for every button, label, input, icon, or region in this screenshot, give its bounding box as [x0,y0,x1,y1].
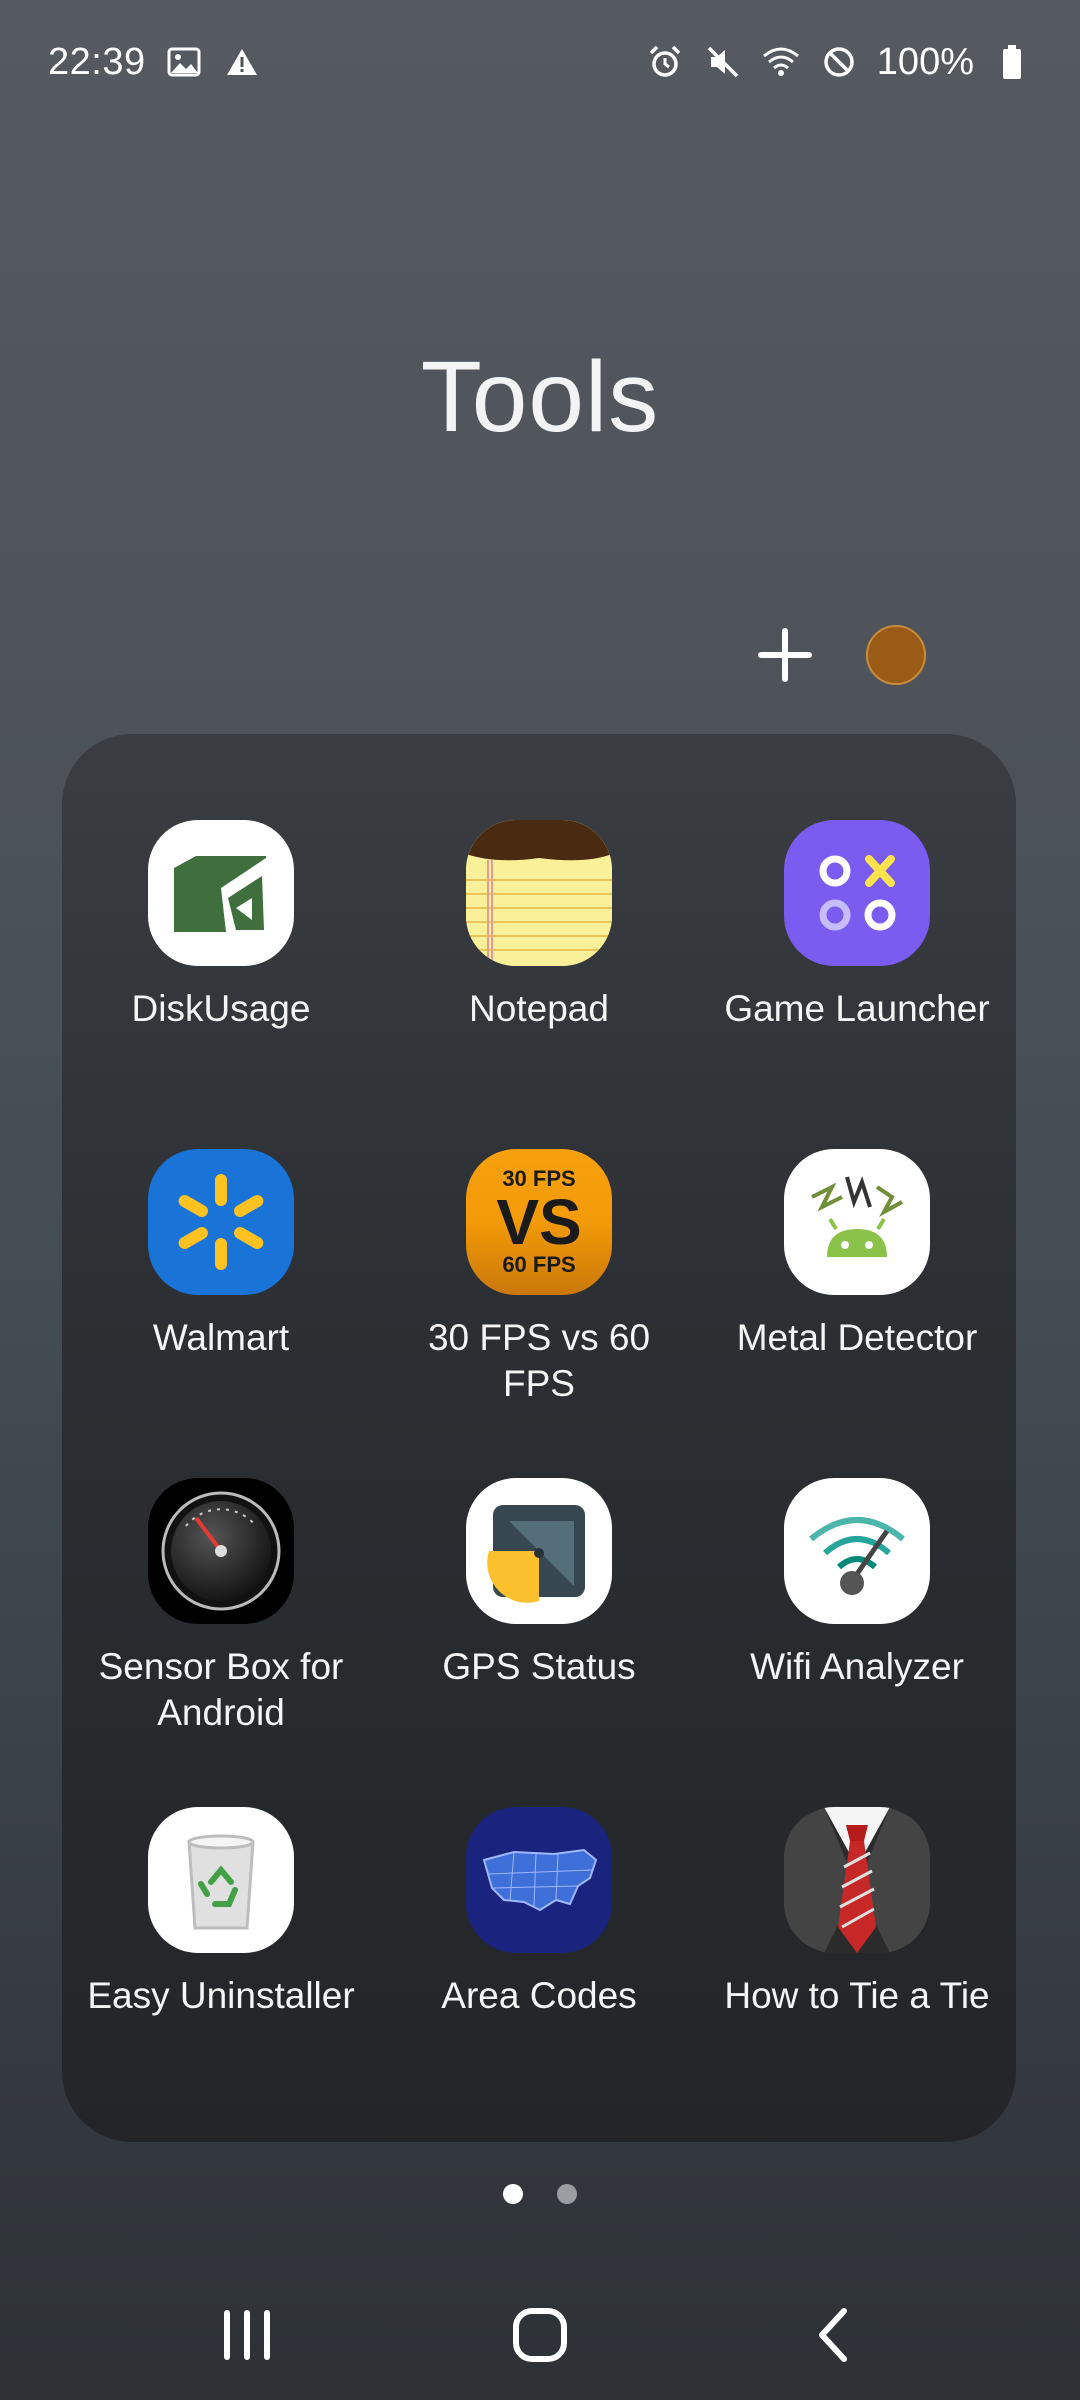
wifi-icon [761,42,801,82]
battery-icon [992,42,1032,82]
app-how-to-tie-a-tie[interactable]: How to Tie a Tie [698,1807,1016,2136]
home-button[interactable] [480,2285,600,2385]
folder-panel: DiskUsage Notepad Game Launcher Walmart … [62,734,1016,2142]
app-notepad[interactable]: Notepad [380,820,698,1149]
area-codes-icon [466,1807,612,1953]
app-label: Notepad [469,988,609,1029]
game-launcher-icon [784,820,930,966]
app-gps-status[interactable]: GPS Status [380,1478,698,1807]
sensor-box-icon [148,1478,294,1624]
battery-percent: 100% [876,40,974,83]
app-walmart[interactable]: Walmart [62,1149,380,1478]
app-game-launcher[interactable]: Game Launcher [698,820,1016,1149]
app-sensor-box[interactable]: Sensor Box for Android [62,1478,380,1807]
metal-detector-icon [784,1149,930,1295]
app-label: Game Launcher [724,988,990,1029]
alarm-icon [645,42,685,82]
app-easy-uninstaller[interactable]: Easy Uninstaller [62,1807,380,2136]
page-dot-1[interactable] [503,2184,523,2204]
app-grid: DiskUsage Notepad Game Launcher Walmart … [62,820,1016,2136]
folder-actions [750,620,926,690]
back-button[interactable] [773,2285,893,2385]
folder-title[interactable]: Tools [0,340,1080,455]
app-label: Area Codes [441,1975,637,2016]
app-wifi-analyzer[interactable]: Wifi Analyzer [698,1478,1016,1807]
app-label: Walmart [152,1317,290,1358]
app-diskusage[interactable]: DiskUsage [62,820,380,1149]
status-bar: 22:39 100% [0,0,1080,124]
fps-icon-vs-text: VS [496,1186,582,1258]
tie-icon [784,1807,930,1953]
app-area-codes[interactable]: Area Codes [380,1807,698,2136]
status-right: 100% [645,41,1032,84]
wifi-analyzer-icon [784,1478,930,1624]
app-label: Metal Detector [736,1317,978,1358]
app-metal-detector[interactable]: Metal Detector [698,1149,1016,1478]
page-dot-2[interactable] [557,2184,577,2204]
add-apps-button[interactable] [750,620,820,690]
app-label: How to Tie a Tie [724,1975,990,2016]
walmart-icon [148,1149,294,1295]
app-30-fps-vs-60-fps[interactable]: 30 FPS VS 60 FPS 30 FPS vs 60 FPS [380,1149,698,1478]
easy-uninstaller-icon [148,1807,294,1953]
do-not-disturb-icon [819,42,859,82]
app-label: GPS Status [442,1646,636,1687]
navigation-bar [0,2270,1080,2400]
app-label: DiskUsage [131,988,311,1029]
warning-icon [222,42,262,82]
plus-icon [758,628,812,682]
app-label: Sensor Box for Android [98,1646,344,1733]
fps-icon: 30 FPS VS 60 FPS [466,1149,612,1295]
app-label: Wifi Analyzer [750,1646,964,1687]
folder-color-button[interactable] [866,625,926,685]
image-icon [164,42,204,82]
page-indicator [0,2184,1080,2204]
status-time: 22:39 [48,40,146,83]
mute-icon [703,42,743,82]
app-label: Easy Uninstaller [87,1975,355,2016]
recents-button[interactable] [187,2285,307,2385]
back-icon [819,2308,848,2362]
diskusage-icon [148,820,294,966]
status-left: 22:39 [48,41,262,84]
notepad-icon [466,820,612,966]
fps-icon-bottom-text: 60 FPS [502,1252,576,1277]
home-icon [512,2308,567,2362]
recents-icon [223,2310,270,2360]
gps-status-icon [466,1478,612,1624]
app-label: 30 FPS vs 60 FPS [427,1317,651,1404]
